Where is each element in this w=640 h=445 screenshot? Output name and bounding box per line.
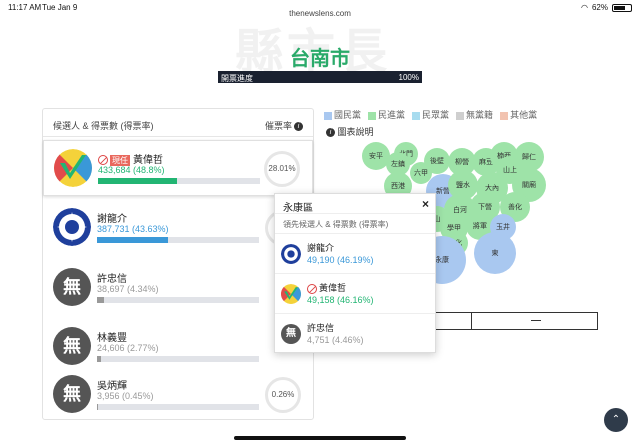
legend-item[interactable]: 無黨籍 xyxy=(456,108,493,121)
vote-share-bar xyxy=(97,356,259,362)
vote-share-fill xyxy=(97,356,102,362)
legend-label: 民進黨 xyxy=(378,110,406,120)
elected-check-icon xyxy=(98,155,108,166)
info-icon: i xyxy=(326,128,335,138)
battery-percent: 62% xyxy=(591,3,608,12)
page-title: 台南市 xyxy=(290,48,350,70)
vote-share-fill xyxy=(98,178,178,184)
party-legend: 國民黨 民進黨 民眾黨 無黨籍 其他黨 xyxy=(324,108,537,121)
candidate-name: 林義豐 xyxy=(97,333,127,344)
district-bubble[interactable]: 東 xyxy=(474,232,516,274)
scroll-top-button[interactable]: ⌃ xyxy=(604,408,628,432)
vote-share-bar xyxy=(97,404,259,410)
legend-item[interactable]: 其他黨 xyxy=(500,108,537,121)
panel-header-right: 催票率 i xyxy=(265,119,303,132)
status-right: ◠ 62% xyxy=(581,3,632,12)
candidate-row[interactable]: 無 吳炳輝 3,956 (0.45%) 0.26% xyxy=(43,367,313,423)
legend-swatch xyxy=(500,111,509,120)
kmt-logo-icon xyxy=(281,244,301,264)
dpp-logo-icon xyxy=(54,149,92,187)
home-indicator[interactable] xyxy=(234,436,406,440)
independent-avatar: 無 xyxy=(53,327,91,365)
kmt-logo-icon xyxy=(53,208,91,246)
vote-share-fill xyxy=(97,297,105,303)
independent-avatar: 無 xyxy=(281,324,301,344)
info-icon[interactable]: i xyxy=(294,122,303,132)
independent-avatar: 無 xyxy=(53,268,91,306)
chart-help-link[interactable]: i 圖表說明 xyxy=(324,125,374,138)
legend-item[interactable]: 國民黨 xyxy=(324,108,361,121)
legend-swatch xyxy=(412,111,421,120)
vote-share-fill xyxy=(97,404,98,410)
candidate-row[interactable]: 無 許忠信 38,697 (4.34%) xyxy=(43,260,313,316)
independent-avatar: 無 xyxy=(53,375,91,413)
vote-share-bar xyxy=(97,297,259,303)
popup-header: 永康區 × xyxy=(275,194,435,214)
popup-row: 黃偉哲 49,158 (46.16%) xyxy=(275,274,435,314)
vote-share-fill xyxy=(97,237,168,243)
legend-label: 其他黨 xyxy=(510,110,538,120)
turnout-heading: 催票率 xyxy=(264,121,292,131)
popup-candidate-name: 黃偉哲 xyxy=(307,281,346,294)
legend-label: 國民黨 xyxy=(334,110,362,120)
candidate-votes: 38,697 (4.34%) xyxy=(97,284,159,294)
popup-candidate-votes: 49,158 (46.16%) xyxy=(307,295,374,305)
vote-share-bar xyxy=(98,178,260,184)
popup-candidate-name-text: 黃偉哲 xyxy=(319,283,347,293)
battery-icon xyxy=(612,3,632,12)
legend-label: 無黨籍 xyxy=(466,110,494,120)
candidate-row[interactable]: 現任 黃偉哲 433,684 (48.8%) 28.01% xyxy=(43,140,313,196)
candidate-name: 許忠信 xyxy=(97,274,127,285)
legend-item[interactable]: 民眾黨 xyxy=(412,108,449,121)
candidate-votes: 3,956 (0.45%) xyxy=(97,391,154,401)
popup-candidate-votes: 49,190 (46.19%) xyxy=(307,255,374,265)
candidate-votes: 433,684 (48.8%) xyxy=(98,165,165,175)
popup-subtitle: 領先候選人 & 得票數 (得票率) xyxy=(275,214,435,234)
popup-row: 無 許忠信 4,751 (4.46%) xyxy=(275,314,435,354)
panel-header: 候選人 & 得票數 (得票率) 催票率 i xyxy=(43,109,313,137)
progress-percent: 100% xyxy=(398,73,419,82)
dpp-logo-icon xyxy=(281,284,301,304)
legend-swatch xyxy=(368,111,377,120)
popup-candidate-votes: 4,751 (4.46%) xyxy=(307,335,364,345)
district-popup: 永康區 × 領先候選人 & 得票數 (得票率) 謝龍介 49,190 (46.1… xyxy=(274,193,436,353)
wifi-icon: ◠ xyxy=(581,3,588,12)
chart-help-text: 圖表說明 xyxy=(337,127,374,137)
candidate-name: 現任 黃偉哲 xyxy=(98,151,163,166)
popup-title: 永康區 xyxy=(283,203,313,214)
turnout-ring: 0.26% xyxy=(265,377,301,413)
candidate-votes: 387,731 (43.63%) xyxy=(97,224,169,234)
close-icon[interactable]: × xyxy=(422,197,429,211)
count-progress-bar: 開票進度 100% xyxy=(218,71,422,83)
vote-share-bar xyxy=(97,237,259,243)
candidate-name: 謝龍介 xyxy=(97,214,127,225)
table-dash: — xyxy=(531,315,541,326)
candidate-row[interactable]: 謝龍介 387,731 (43.63%) 2 xyxy=(43,200,313,256)
legend-item[interactable]: 民進黨 xyxy=(368,108,405,121)
popup-candidate-name: 謝龍介 xyxy=(307,243,335,253)
candidate-name: 吳炳輝 xyxy=(97,381,127,392)
legend-swatch xyxy=(456,111,465,120)
popup-row: 謝龍介 49,190 (46.19%) xyxy=(275,234,435,274)
elected-check-icon xyxy=(307,283,317,294)
legend-label: 民眾黨 xyxy=(422,110,450,120)
table-divider xyxy=(471,313,472,330)
progress-label: 開票進度 xyxy=(221,74,253,83)
panel-header-left: 候選人 & 得票數 (得票率) xyxy=(53,121,154,131)
legend-swatch xyxy=(324,111,332,120)
popup-candidate-name: 許忠信 xyxy=(307,323,335,333)
candidate-votes: 24,606 (2.77%) xyxy=(97,343,159,353)
turnout-ring: 28.01% xyxy=(264,151,300,187)
